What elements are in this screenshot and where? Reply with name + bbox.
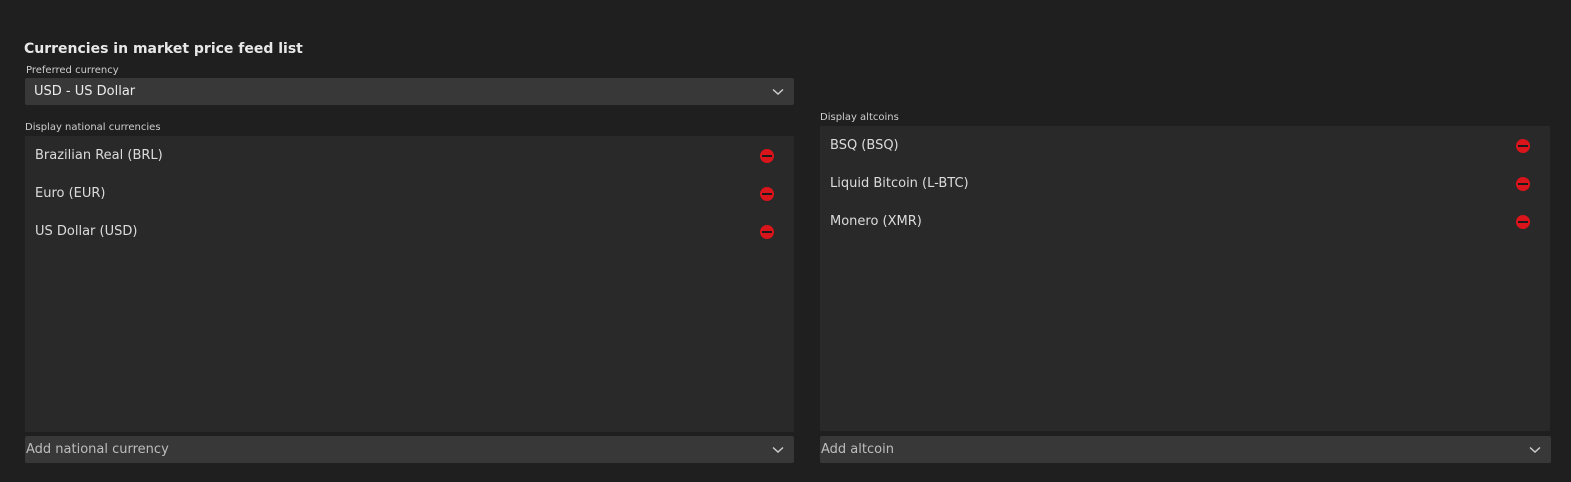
list-item: Brazilian Real (BRL)	[25, 136, 794, 174]
list-item: Monero (XMR)	[820, 202, 1550, 240]
add-national-currency-placeholder: Add national currency	[26, 442, 169, 457]
currency-label: Euro (EUR)	[35, 185, 106, 201]
altcoin-label: Monero (XMR)	[830, 213, 922, 229]
altcoins-list: BSQ (BSQ) Liquid Bitcoin (L-BTC) Monero …	[820, 126, 1550, 431]
preferred-currency-label: Preferred currency	[26, 65, 119, 76]
remove-icon[interactable]	[1516, 139, 1530, 153]
national-currencies-label: Display national currencies	[25, 122, 161, 133]
currency-label: US Dollar (USD)	[35, 223, 138, 239]
list-item: US Dollar (USD)	[25, 212, 794, 250]
altcoin-label: BSQ (BSQ)	[830, 137, 899, 153]
remove-icon[interactable]	[760, 225, 774, 239]
chevron-down-icon	[768, 440, 788, 460]
add-altcoin-select[interactable]: Add altcoin	[820, 436, 1551, 463]
altcoin-label: Liquid Bitcoin (L-BTC)	[830, 175, 969, 191]
preferred-currency-select[interactable]: USD - US Dollar	[25, 78, 794, 105]
remove-icon[interactable]	[760, 149, 774, 163]
chevron-down-icon	[768, 82, 788, 102]
add-altcoin-placeholder: Add altcoin	[821, 442, 894, 457]
remove-icon[interactable]	[1516, 177, 1530, 191]
list-item: BSQ (BSQ)	[820, 126, 1550, 164]
preferred-currency-value: USD - US Dollar	[34, 84, 136, 99]
section-title: Currencies in market price feed list	[24, 41, 303, 57]
chevron-down-icon	[1525, 440, 1545, 460]
list-item: Liquid Bitcoin (L-BTC)	[820, 164, 1550, 202]
list-item: Euro (EUR)	[25, 174, 794, 212]
altcoins-label: Display altcoins	[820, 112, 899, 123]
national-currencies-list: Brazilian Real (BRL) Euro (EUR) US Dolla…	[25, 136, 794, 432]
remove-icon[interactable]	[760, 187, 774, 201]
add-national-currency-select[interactable]: Add national currency	[25, 436, 794, 463]
remove-icon[interactable]	[1516, 215, 1530, 229]
currency-label: Brazilian Real (BRL)	[35, 147, 163, 163]
